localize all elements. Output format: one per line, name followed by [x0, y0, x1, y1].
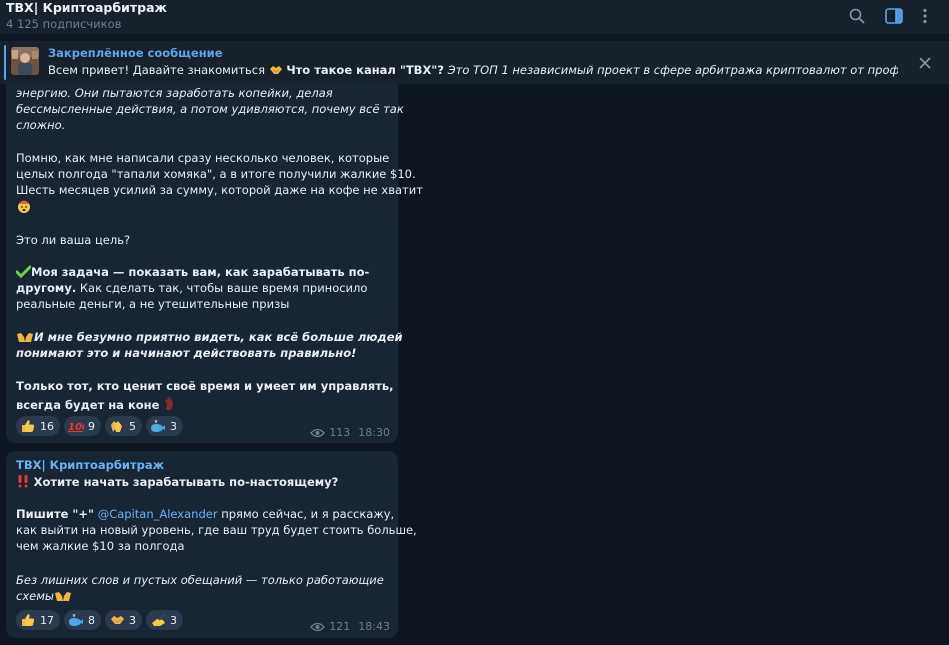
message-time: 18:43 — [358, 620, 390, 633]
italic-text: схемы — [16, 589, 54, 603]
whale-icon — [150, 418, 166, 434]
message-text-line: схемы — [16, 589, 72, 605]
message-bubble[interactable]: энергию. Они пытаются заработать копейки… — [6, 84, 423, 443]
message-text-line: Это ли ваша цель? — [16, 233, 131, 247]
message-meta: 113 18:30 — [310, 426, 390, 439]
pinned-text-question: Что такое канал "TBX"? — [286, 63, 444, 77]
exploding-head-icon — [16, 198, 32, 217]
reactions-bar: 16 100 9 5 3 — [16, 416, 183, 436]
hundred-icon: 100 — [68, 418, 84, 434]
reaction-count: 8 — [88, 613, 95, 627]
view-count: 113 — [329, 426, 351, 439]
reaction-writing-hand[interactable]: 3 — [146, 610, 183, 630]
username-link[interactable]: @Capitan_Alexander — [98, 507, 218, 521]
close-icon — [919, 57, 931, 69]
message-text-line: И мне безумно приятно видеть, как всё бо… — [16, 330, 403, 346]
message-text-line: понимают это и начинают действовать прав… — [16, 346, 356, 360]
reaction-whale[interactable]: 8 — [64, 610, 101, 630]
message-text-line: энергию. Они пытаются заработать копейки… — [16, 86, 333, 100]
pinned-text: Всем привет! Давайте знакомиться Что так… — [48, 63, 898, 79]
bold-italic-text: понимают это и начинают действовать прав… — [16, 346, 357, 360]
writing-hand-icon — [150, 612, 166, 628]
reaction-count: 3 — [170, 419, 177, 433]
handshake-icon — [269, 64, 283, 79]
message-text-line: Только тот, кто ценит своё время и умеет… — [16, 379, 394, 393]
reaction-clap[interactable]: 5 — [105, 416, 142, 436]
bold-text: другому. — [16, 281, 77, 295]
close-pinned-button[interactable] — [914, 52, 936, 74]
pinned-thumbnail — [11, 47, 39, 75]
message-text-line: сложно. — [16, 118, 66, 132]
bold-text: Пишите "+" — [16, 507, 95, 521]
pinned-label: Закреплённое сообщение — [48, 46, 223, 60]
message-text-line: другому. Как сделать так, чтобы ваше вре… — [16, 281, 367, 295]
message-text-line: Помню, как мне написали сразу несколько … — [16, 151, 390, 165]
reaction-count: 5 — [129, 419, 136, 433]
channel-header: TBX| Криптоарбитраж 4 125 подписчиков — [0, 0, 949, 34]
reaction-whale[interactable]: 3 — [146, 416, 183, 436]
reaction-thumbs-up[interactable]: 17 — [16, 610, 60, 630]
more-vertical-icon — [923, 8, 927, 24]
bold-italic-text: И мне безумно приятно видеть, как всё бо… — [34, 330, 403, 344]
plain-text: прямо сейчас, и я расскажу, — [217, 507, 395, 521]
message-sender[interactable]: TBX| Криптоарбитраж — [16, 458, 164, 472]
reactions-bar: 17 8 3 3 — [16, 610, 183, 630]
checkmark-icon — [15, 265, 32, 281]
bold-text: Моя задача — показать вам, как зарабатыв… — [31, 265, 370, 279]
double-exclamation-icon — [16, 474, 30, 491]
thumbs-up-icon — [20, 418, 36, 434]
message-text-line: целых полгода "тапали хомяка", а в итоге… — [16, 167, 416, 181]
pinned-accent-line — [4, 45, 6, 80]
handshake-icon — [109, 612, 125, 628]
pinned-text-intro: Всем привет! Давайте знакомиться — [48, 63, 266, 77]
reaction-count: 3 — [170, 613, 177, 627]
message-time: 18:30 — [358, 426, 390, 439]
plain-text: Как сделать так, чтобы ваше время принос… — [76, 281, 368, 295]
message-text-line: чем жалкие $10 за полгода — [16, 539, 185, 553]
message-text-line: Моя задача — показать вам, как зарабатыв… — [15, 265, 370, 281]
message-bubble[interactable]: TBX| Криптоарбитраж Хотите начать зараба… — [6, 451, 417, 638]
reaction-count: 17 — [40, 613, 54, 627]
bold-text: всегда будет на коне — [16, 398, 160, 412]
message-text-line: Хотите начать зарабатывать по-настоящему… — [16, 474, 338, 491]
sidebar-toggle-button[interactable] — [883, 5, 905, 27]
search-icon — [849, 8, 865, 24]
message-text-line: Шесть месяцев усилий за сумму, которой д… — [16, 183, 423, 197]
message-text-line: всегда будет на коне — [16, 395, 175, 414]
pinned-text-description: Это ТОП 1 независимый проект в сфере арб… — [447, 63, 898, 77]
reaction-handshake[interactable]: 3 — [105, 610, 142, 630]
clap-icon — [109, 418, 125, 434]
open-hands-icon — [16, 330, 34, 346]
message-text-line: реальные деньги, а не утешительные призы — [16, 297, 290, 311]
message-text-line: как выйти на новый уровень, где ваш труд… — [16, 523, 417, 537]
bold-text: Хотите начать зарабатывать по-настоящему… — [33, 475, 339, 489]
sidebar-toggle-icon — [885, 8, 903, 24]
view-count: 121 — [329, 620, 351, 633]
thumbs-up-icon — [20, 612, 36, 628]
reaction-count: 9 — [88, 419, 95, 433]
reaction-count: 3 — [129, 613, 136, 627]
whale-icon — [68, 612, 84, 628]
horse-rider-icon — [163, 395, 175, 414]
svg-text:100: 100 — [68, 422, 84, 432]
open-hands-icon — [54, 589, 72, 605]
search-button[interactable] — [846, 5, 868, 27]
more-options-button[interactable] — [914, 5, 936, 27]
eye-icon — [310, 622, 326, 631]
subscriber-count: 4 125 подписчиков — [6, 17, 122, 31]
eye-icon — [310, 428, 326, 437]
message-text-line: Пишите "+" @Capitan_Alexander прямо сейч… — [16, 507, 394, 521]
message-text-line: Без лишних слов и пустых обещаний — толь… — [16, 573, 384, 587]
reaction-thumbs-up[interactable]: 16 — [16, 416, 60, 436]
message-text-line: бессмысленные действия, а потом удивляют… — [16, 102, 404, 116]
message-emoji-line — [16, 198, 32, 217]
reaction-count: 16 — [40, 419, 54, 433]
channel-title[interactable]: TBX| Криптоарбитраж — [6, 0, 167, 15]
message-meta: 121 18:43 — [310, 620, 390, 633]
reaction-hundred[interactable]: 100 9 — [64, 416, 101, 436]
pinned-message-bar[interactable]: Закреплённое сообщение Всем привет! Дава… — [0, 41, 949, 84]
